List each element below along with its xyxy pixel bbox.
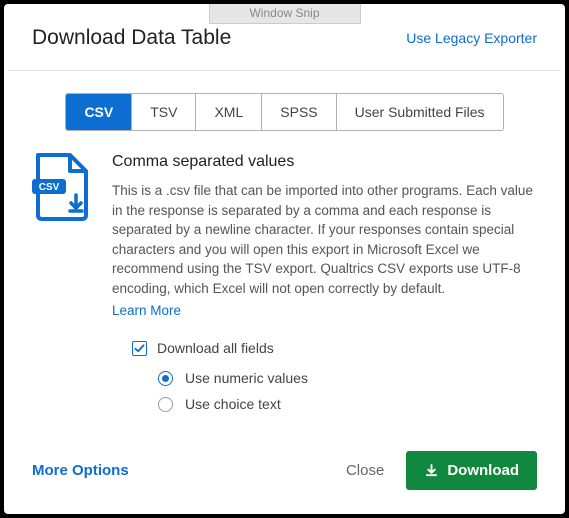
value-format-radio-group: Use numeric values Use choice text bbox=[132, 370, 537, 412]
use-numeric-values-row: Use numeric values bbox=[158, 370, 537, 386]
format-description: This is a .csv file that can be imported… bbox=[112, 181, 537, 298]
close-button[interactable]: Close bbox=[346, 462, 384, 479]
download-all-fields-checkbox[interactable] bbox=[132, 341, 147, 356]
radio-dot-icon bbox=[162, 375, 169, 382]
footer-right: Close Download bbox=[346, 451, 537, 490]
tabs-inner: CSV TSV XML SPSS User Submitted Files bbox=[65, 93, 503, 131]
csv-badge-text: CSV bbox=[39, 182, 60, 193]
modal-footer: More Options Close Download bbox=[4, 433, 565, 514]
download-all-fields-row: Download all fields bbox=[132, 340, 537, 356]
use-numeric-values-label[interactable]: Use numeric values bbox=[185, 370, 308, 386]
format-tabs: CSV TSV XML SPSS User Submitted Files bbox=[32, 93, 537, 131]
format-icon-col: CSV bbox=[32, 153, 90, 422]
download-button-label: Download bbox=[447, 462, 519, 479]
download-icon bbox=[424, 463, 439, 478]
tab-csv[interactable]: CSV bbox=[66, 94, 132, 130]
tab-xml[interactable]: XML bbox=[196, 94, 262, 130]
export-options: Download all fields Use numeric values U… bbox=[112, 340, 537, 412]
download-modal: Window Snip Download Data Table Use Lega… bbox=[4, 4, 565, 514]
tab-tsv[interactable]: TSV bbox=[132, 94, 196, 130]
use-choice-text-row: Use choice text bbox=[158, 396, 537, 412]
use-legacy-exporter-link[interactable]: Use Legacy Exporter bbox=[406, 30, 537, 46]
download-all-fields-label[interactable]: Download all fields bbox=[157, 340, 274, 356]
csv-file-icon: CSV bbox=[32, 153, 90, 221]
more-options-link[interactable]: More Options bbox=[32, 462, 129, 479]
use-choice-text-radio[interactable] bbox=[158, 397, 173, 412]
modal-content: CSV TSV XML SPSS User Submitted Files CS… bbox=[4, 71, 565, 433]
format-title: Comma separated values bbox=[112, 153, 537, 171]
window-snip-badge: Window Snip bbox=[208, 4, 360, 24]
use-choice-text-label[interactable]: Use choice text bbox=[185, 396, 281, 412]
format-text-col: Comma separated values This is a .csv fi… bbox=[112, 153, 537, 422]
tab-user-submitted-files[interactable]: User Submitted Files bbox=[337, 94, 503, 130]
format-detail-row: CSV Comma separated values This is a .cs… bbox=[32, 153, 537, 422]
learn-more-link[interactable]: Learn More bbox=[112, 303, 181, 318]
download-button[interactable]: Download bbox=[406, 451, 537, 490]
use-numeric-values-radio[interactable] bbox=[158, 371, 173, 386]
tab-spss[interactable]: SPSS bbox=[262, 94, 336, 130]
check-icon bbox=[134, 343, 145, 354]
modal-title: Download Data Table bbox=[32, 26, 231, 50]
